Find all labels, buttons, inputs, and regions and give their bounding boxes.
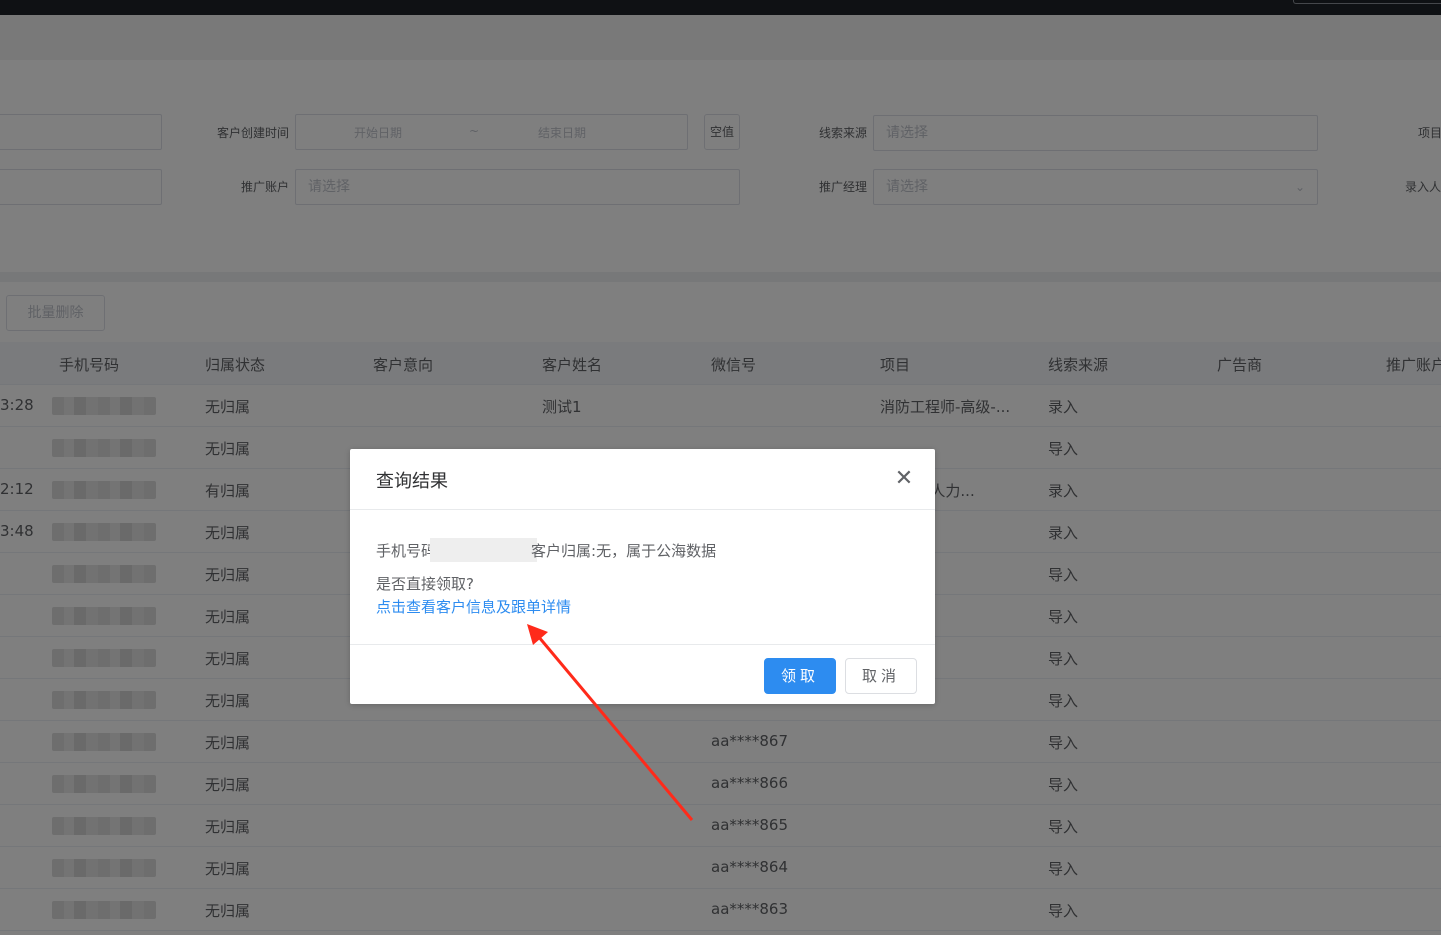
owner-text: 客户归属:无，属于公海数据 (531, 542, 717, 560)
close-icon[interactable]: ✕ (892, 467, 916, 491)
redacted-phone (430, 538, 538, 562)
phone-prefix: 手机号码 (376, 542, 437, 560)
dialog-result-text: 手机号码 客户归属:无，属于公海数据 (376, 538, 716, 562)
query-result-dialog: 查询结果 ✕ 手机号码 客户归属:无，属于公海数据 是否直接领取? 点击查看客户信… (350, 449, 935, 704)
dialog-footer: 领取 取消 (350, 644, 935, 704)
dialog-question: 是否直接领取? (376, 575, 474, 593)
claim-button[interactable]: 领取 (764, 658, 836, 694)
dialog-header: 查询结果 ✕ (350, 449, 935, 510)
cancel-button[interactable]: 取消 (845, 658, 917, 694)
dialog-title: 查询结果 (376, 471, 448, 492)
customer-detail-link[interactable]: 点击查看客户信息及跟单详情 (376, 596, 571, 617)
